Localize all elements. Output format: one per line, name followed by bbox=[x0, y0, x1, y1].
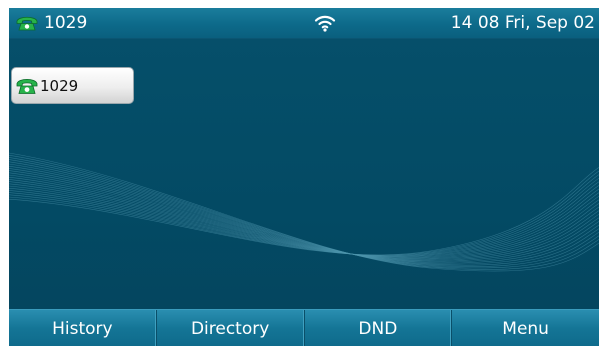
wave-line bbox=[9, 161, 599, 266]
line-key-label: 1029 bbox=[40, 76, 79, 95]
phone-screen: 1029 14 08 Fri, Sep 02 1029 History Dire bbox=[9, 8, 599, 346]
softkey-bar: History Directory DND Menu bbox=[9, 309, 599, 346]
menu-softkey[interactable]: Menu bbox=[452, 310, 599, 346]
wifi-icon bbox=[314, 14, 336, 32]
status-bar: 1029 14 08 Fri, Sep 02 bbox=[9, 8, 599, 39]
line-key-1029[interactable]: 1029 bbox=[11, 67, 134, 104]
phone-handset-icon bbox=[15, 77, 39, 95]
wave-line bbox=[9, 185, 599, 258]
wave-line bbox=[9, 152, 599, 272]
status-datetime: 14 08 Fri, Sep 02 bbox=[450, 13, 595, 33]
dnd-softkey[interactable]: DND bbox=[305, 310, 453, 346]
wave-line bbox=[9, 154, 599, 270]
status-account: 1029 bbox=[15, 12, 87, 34]
wave-line bbox=[9, 159, 599, 267]
status-account-label: 1029 bbox=[44, 13, 88, 33]
phone-handset-icon bbox=[15, 15, 39, 31]
wave-line bbox=[9, 157, 599, 269]
wave-background bbox=[9, 152, 599, 272]
directory-softkey[interactable]: Directory bbox=[157, 310, 305, 346]
history-softkey[interactable]: History bbox=[9, 310, 157, 346]
